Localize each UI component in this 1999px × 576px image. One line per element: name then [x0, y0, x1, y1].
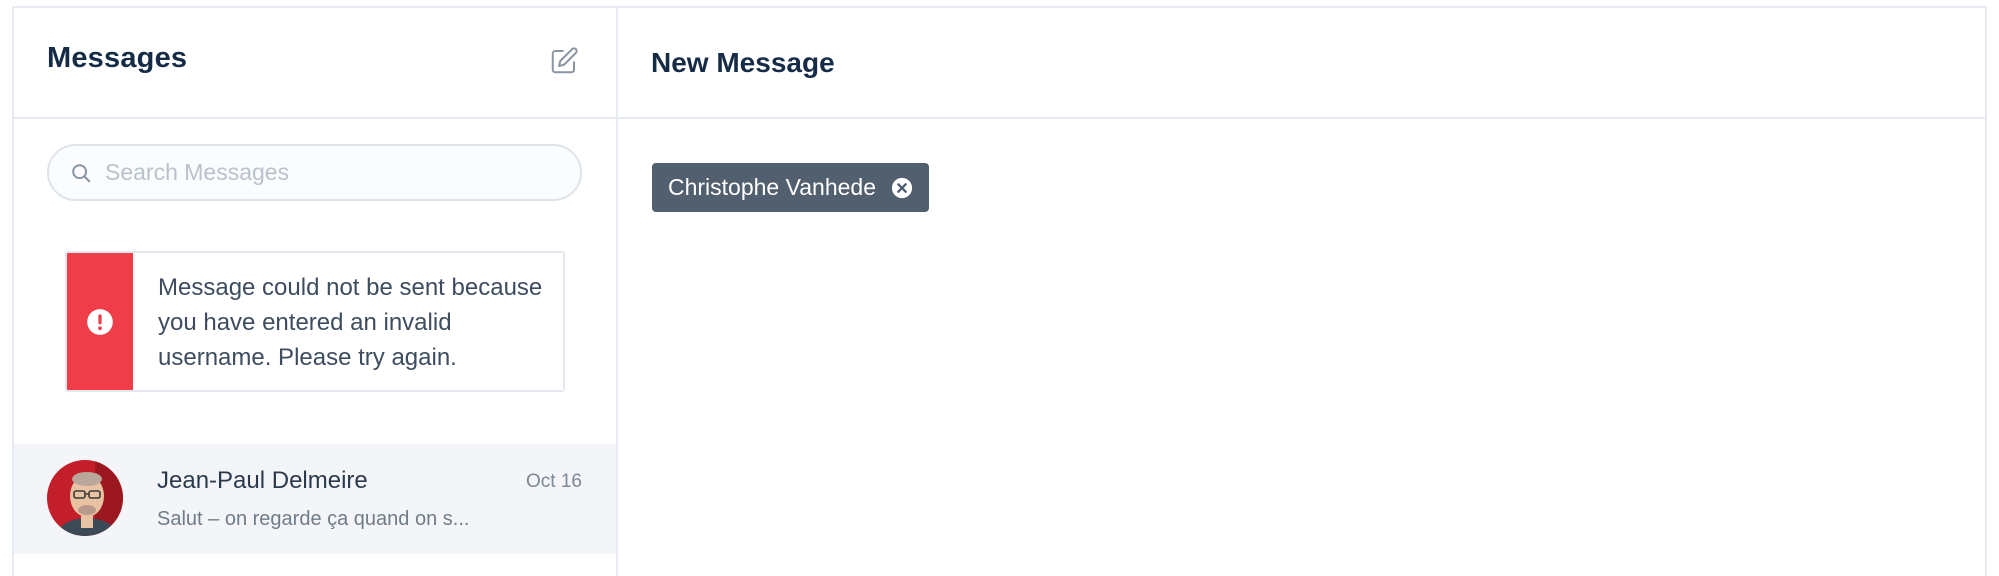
messages-app: Messages Search Messages Message could n…	[12, 6, 1987, 576]
page-title: New Message	[651, 47, 835, 78]
alert-accent-bar	[67, 253, 133, 390]
search-icon	[69, 161, 93, 185]
compose-edit-icon	[551, 47, 578, 74]
conversation-item[interactable]: Jean-Paul Delmeire Oct 16 Salut – on reg…	[14, 444, 616, 554]
sidebar: Messages Search Messages Message could n…	[14, 8, 618, 576]
search-box[interactable]	[47, 144, 582, 201]
sidebar-header: Messages	[14, 8, 616, 119]
error-alert: Message could not be sent because you ha…	[65, 251, 565, 392]
search-input[interactable]	[105, 159, 545, 186]
sidebar-title: Messages	[47, 42, 188, 74]
recipient-label: Christophe Vanhede	[668, 174, 876, 200]
main-panel: New Message Christophe Vanhede	[618, 8, 1985, 576]
close-circle-icon[interactable]	[890, 176, 913, 199]
conversation-preview: Salut – on regarde ça quand on s...	[157, 508, 470, 530]
alert-message: Message could not be sent because you ha…	[158, 274, 543, 371]
exclamation-circle-icon	[87, 308, 113, 335]
conversation-date: Oct 16	[526, 471, 582, 492]
conversation-name: Jean-Paul Delmeire	[157, 467, 368, 494]
main-header: New Message	[618, 8, 1985, 119]
recipient-tag[interactable]: Christophe Vanhede	[652, 163, 929, 212]
avatar	[47, 460, 123, 536]
compose-button[interactable]	[547, 44, 581, 78]
